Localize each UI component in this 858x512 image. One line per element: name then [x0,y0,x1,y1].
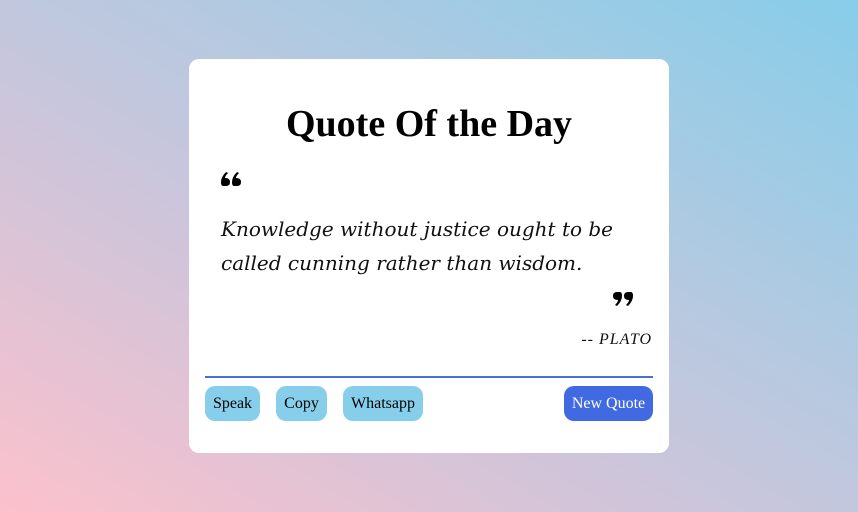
new-quote-button[interactable]: New Quote [564,386,653,421]
quote-text: Knowledge without justice ought to be ca… [221,217,614,275]
speak-button[interactable]: Speak [205,386,260,421]
copy-button[interactable]: Copy [276,386,327,421]
whatsapp-button[interactable]: Whatsapp [343,386,423,421]
quote-right-icon [613,292,633,306]
page-title: Quote Of the Day [285,103,573,145]
quote-card: Quote Of the Day Knowledge without justi… [189,59,669,453]
quote-author: -- PLATO [581,331,652,348]
divider [205,376,653,378]
quote-left-icon [221,172,241,186]
